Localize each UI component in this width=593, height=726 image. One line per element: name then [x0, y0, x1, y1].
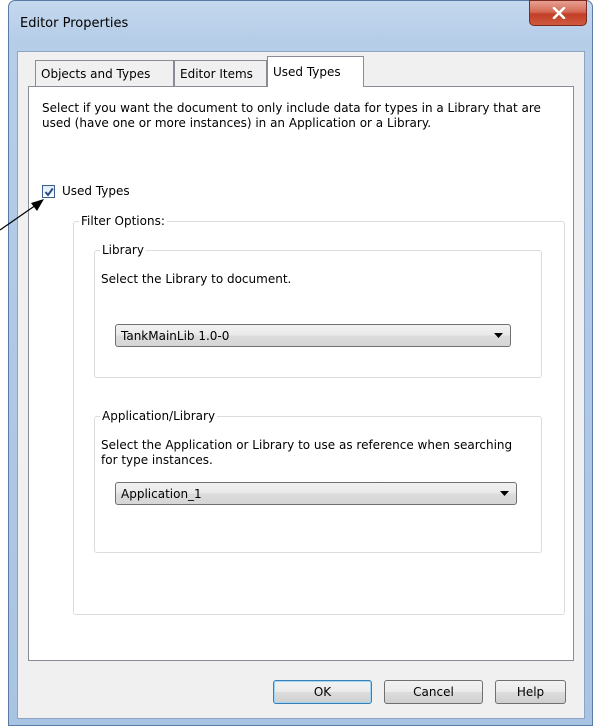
close-button[interactable] — [529, 0, 587, 26]
library-group-label: Library — [100, 243, 146, 257]
tab-editor-items[interactable]: Editor Items — [174, 60, 267, 86]
help-button[interactable]: Help — [495, 680, 566, 704]
chevron-down-icon — [494, 333, 503, 338]
chevron-down-icon — [500, 491, 509, 496]
filter-options-label: Filter Options: — [79, 214, 167, 228]
tab-label: Editor Items — [180, 67, 253, 81]
used-types-description: Select if you want the document to only … — [42, 101, 541, 130]
callout-arrow — [0, 199, 44, 231]
close-icon — [552, 7, 566, 19]
editor-properties-window: Editor Properties Objects and Types Edit… — [8, 0, 593, 726]
application-dropdown[interactable]: Application_1 — [115, 482, 517, 505]
filter-options-group: Filter Options: Library Select the Libra… — [73, 214, 565, 615]
application-library-prompt: Select the Application or Library to use… — [101, 438, 513, 467]
title-bar[interactable]: Editor Properties — [9, 0, 592, 51]
cancel-button[interactable]: Cancel — [384, 680, 483, 704]
ok-button[interactable]: OK — [273, 680, 372, 704]
application-library-group: Application/Library Select the Applicati… — [94, 409, 542, 553]
used-types-panel: Select if you want the document to only … — [28, 86, 574, 661]
library-dropdown[interactable]: TankMainLib 1.0-0 — [115, 324, 511, 347]
library-prompt: Select the Library to document. — [101, 272, 292, 286]
tab-used-types[interactable]: Used Types — [267, 56, 364, 87]
dialog-client-area: Objects and Types Editor Items Used Type… — [17, 51, 585, 719]
library-dropdown-value: TankMainLib 1.0-0 — [121, 329, 230, 343]
application-library-group-label: Application/Library — [100, 409, 218, 423]
library-group: Library Select the Library to document. … — [94, 243, 542, 378]
tab-label: Used Types — [273, 65, 341, 79]
used-types-checkbox-label[interactable]: Used Types — [62, 184, 130, 198]
application-dropdown-value: Application_1 — [121, 487, 202, 501]
